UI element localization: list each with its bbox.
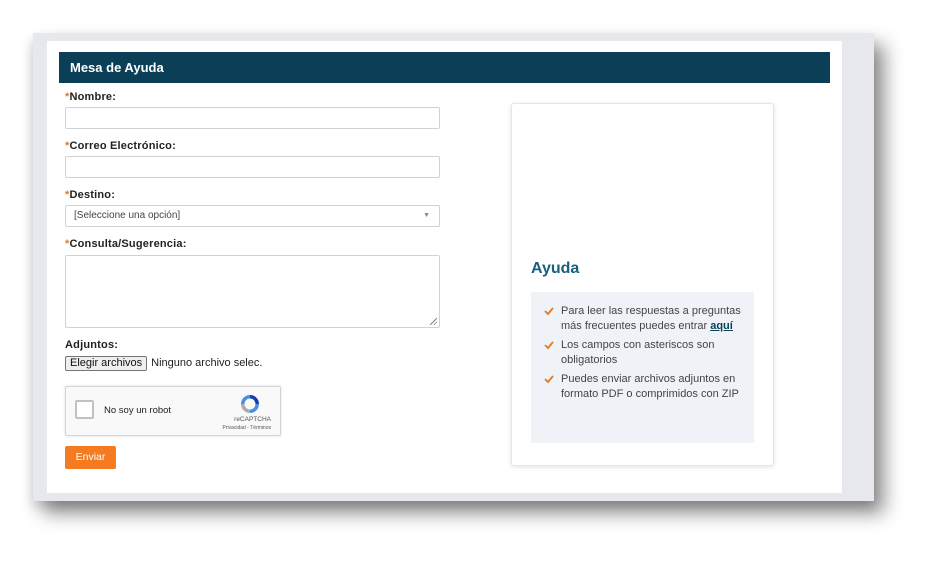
email-label: *Correo Electrónico: [65, 140, 176, 152]
help-item: Puedes enviar archivos adjuntos en forma… [544, 372, 744, 401]
email-input[interactable] [65, 156, 440, 178]
resize-handle-icon[interactable] [430, 318, 437, 325]
check-icon [544, 341, 554, 350]
help-item-text: Los campos con asteriscos son obligatori… [561, 339, 715, 366]
file-status-text: Ninguno archivo selec. [151, 357, 263, 369]
destination-select[interactable]: [Seleccione una opción] ▼ [65, 205, 440, 227]
help-list: Para leer las respuestas a preguntas más… [531, 292, 754, 443]
recaptcha-brand: reCAPTCHA [234, 416, 271, 423]
page-header: Mesa de Ayuda [59, 52, 830, 83]
help-item-text: Puedes enviar archivos adjuntos en forma… [561, 373, 739, 400]
recaptcha-widget: No soy un robot reCAPTCHA Privacidad - T… [65, 386, 281, 436]
recaptcha-links[interactable]: Privacidad - Términos [222, 425, 271, 431]
recaptcha-label: No soy un robot [104, 405, 172, 416]
faq-link[interactable]: aquí [710, 320, 733, 332]
query-label: *Consulta/Sugerencia: [65, 238, 187, 250]
page-title: Mesa de Ayuda [70, 60, 164, 75]
choose-files-button[interactable]: Elegir archivos [65, 355, 148, 371]
help-desk-page: Mesa de Ayuda *Nombre: *Correo Electróni… [47, 41, 842, 493]
chevron-down-icon: ▼ [423, 212, 430, 219]
help-card: Ayuda Para leer las respuestas a pregunt… [511, 103, 774, 466]
file-picker: Elegir archivos Ninguno archivo selec. [65, 355, 262, 371]
name-input[interactable] [65, 107, 440, 129]
recaptcha-checkbox[interactable] [75, 400, 94, 419]
check-icon [544, 307, 554, 316]
screenshot-frame: Mesa de Ayuda *Nombre: *Correo Electróni… [33, 33, 874, 501]
query-textarea[interactable] [65, 255, 440, 328]
recaptcha-logo-icon [241, 395, 259, 413]
submit-button[interactable]: Enviar [65, 446, 116, 469]
name-label: *Nombre: [65, 91, 117, 103]
check-icon [544, 375, 554, 384]
help-title: Ayuda [531, 260, 580, 277]
help-item: Los campos con asteriscos son obligatori… [544, 338, 744, 367]
destination-selected-value: [Seleccione una opción] [74, 210, 181, 221]
help-item: Para leer las respuestas a preguntas más… [544, 304, 744, 333]
destination-label: *Destino: [65, 189, 116, 201]
attachments-label: Adjuntos: [65, 339, 119, 351]
